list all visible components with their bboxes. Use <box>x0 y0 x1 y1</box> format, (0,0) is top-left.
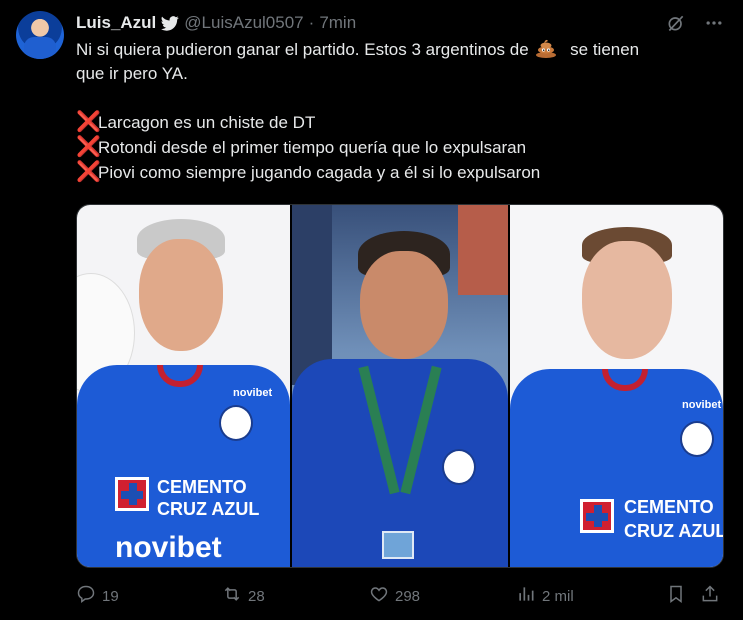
text-line-1: Ni si quiera pudieron ganar el partido. … <box>76 38 726 62</box>
bullet-2-text: Rotondi desde el primer tiempo quería qu… <box>98 138 527 157</box>
background-brick <box>458 205 508 295</box>
like-count: 298 <box>395 587 421 605</box>
reply-count: 19 <box>102 587 119 605</box>
bullet-2: ❌Rotondi desde el primer tiempo quería q… <box>76 135 726 160</box>
brand-bottom: CRUZ AZUL <box>624 521 723 541</box>
top-actions <box>665 12 725 34</box>
brand-top: CEMENTO <box>624 497 714 517</box>
retweet-button[interactable]: 28 <box>222 584 265 608</box>
tweet-text: Ni si quiera pudieron ganar el partido. … <box>76 38 726 185</box>
avatar-shirt <box>24 37 56 59</box>
grok-icon[interactable] <box>665 12 687 34</box>
action-bar: 19 28 298 2 mil <box>76 584 726 608</box>
photo-player-2[interactable]: novibet CEMENTO CRUZ AZUL <box>510 205 723 567</box>
poop-icon <box>535 38 557 58</box>
share-icon <box>700 584 720 608</box>
author-handle[interactable]: @LuisAzul0507 <box>184 13 303 33</box>
more-icon[interactable] <box>703 12 725 34</box>
x-mark-icon: ❌ <box>76 111 101 133</box>
player-head <box>139 239 223 351</box>
cross-logo <box>580 499 614 533</box>
retweet-icon <box>222 584 242 608</box>
tweet[interactable]: Luis_Azul @LuisAzul0507 · 7min Ni si qui… <box>0 0 743 620</box>
bullet-3-text: Piovi como siempre jugando cagada y a él… <box>98 163 541 182</box>
views-button[interactable]: 2 mil <box>516 584 574 608</box>
bullet-3: ❌Piovi como siempre jugando cagada y a é… <box>76 160 726 185</box>
bullet-1-text: Larcagon es un chiste de DT <box>98 113 316 132</box>
views-icon <box>516 584 536 608</box>
bookmark-icon <box>666 584 686 608</box>
photo-player-1[interactable]: novibet CEMENTO CRUZ AZUL novibet <box>77 205 290 567</box>
avatar[interactable] <box>16 11 64 59</box>
background-wall <box>292 205 332 385</box>
sponsor-small: novibet <box>233 387 273 399</box>
brand-top: CEMENTO <box>157 477 247 497</box>
sponsor-small: novibet <box>682 399 722 411</box>
text-line-1-start: Ni si quiera pudieron ganar el partido. … <box>76 40 529 59</box>
x-mark-icon: ❌ <box>76 161 101 183</box>
club-badge <box>680 421 714 457</box>
bullet-1: ❌Larcagon es un chiste de DT <box>76 110 726 135</box>
club-badge <box>219 405 253 441</box>
reply-icon <box>76 584 96 608</box>
media-grid[interactable]: novibet CEMENTO CRUZ AZUL novibet novibe… <box>76 204 724 568</box>
tweet-header: Luis_Azul @LuisAzul0507 · 7min <box>76 12 356 34</box>
share-button[interactable] <box>700 584 720 608</box>
player-head <box>582 241 672 359</box>
club-badge <box>442 449 476 485</box>
bird-icon <box>161 15 179 31</box>
photo-coach[interactable] <box>292 205 508 567</box>
timestamp[interactable]: 7min <box>319 13 356 33</box>
retweet-count: 28 <box>248 587 265 605</box>
like-button[interactable]: 298 <box>369 584 420 608</box>
cross-logo <box>115 477 149 511</box>
text-line-2: que ir pero YA. <box>76 64 188 83</box>
text-line-1-end: se tienen <box>570 40 640 59</box>
sponsor-big: novibet <box>115 531 222 564</box>
heart-icon <box>369 584 389 608</box>
separator-dot: · <box>308 13 315 32</box>
credential-card <box>382 531 414 559</box>
author-name[interactable]: Luis_Azul <box>76 13 156 33</box>
bookmark-button[interactable] <box>666 584 686 608</box>
text-gap <box>76 86 726 110</box>
brand-bottom: CRUZ AZUL <box>157 499 260 519</box>
reply-button[interactable]: 19 <box>76 584 119 608</box>
x-mark-icon: ❌ <box>76 136 101 158</box>
views-count: 2 mil <box>542 587 574 605</box>
coach-head <box>360 251 448 359</box>
